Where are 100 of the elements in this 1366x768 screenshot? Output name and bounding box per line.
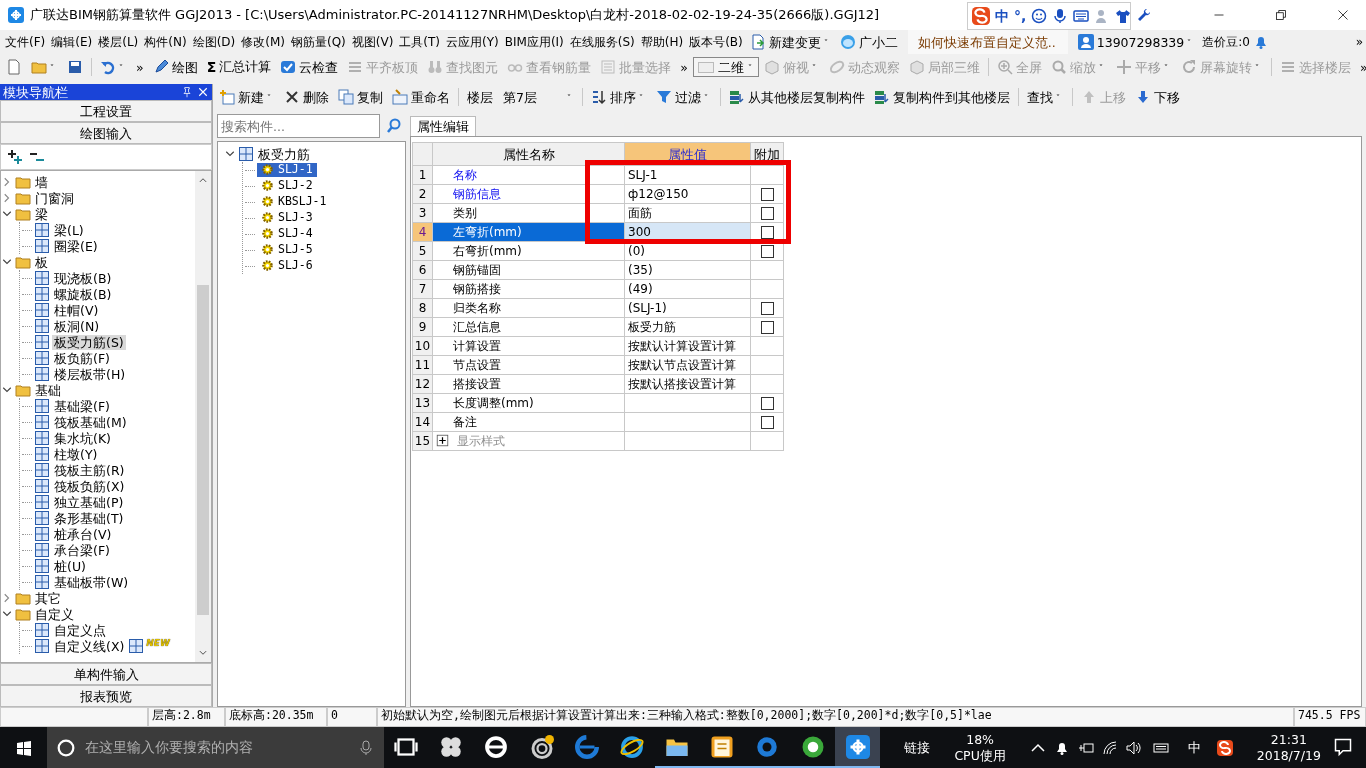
search-field[interactable]: 在这里输入你要搜索的内容	[83, 738, 350, 757]
tree-item[interactable]: 条形基础(T)	[52, 510, 126, 526]
tree-folder[interactable]: 基础	[33, 382, 63, 398]
checkbox[interactable]	[760, 320, 774, 334]
nav-section-button[interactable]: 绘图输入	[0, 122, 212, 144]
tree-item[interactable]: 圈梁(E)	[52, 238, 100, 254]
tree-item[interactable]: 桩承台(V)	[52, 526, 114, 542]
property-value[interactable]: 按默认搭接设置计算	[624, 374, 751, 394]
punctuation-mode[interactable]: °,	[1014, 7, 1027, 25]
tree-item[interactable]: SLJ-3	[257, 211, 317, 225]
checkbox[interactable]	[760, 244, 774, 258]
tree-item[interactable]: 柱帽(V)	[52, 302, 101, 318]
property-name[interactable]: 钢筋信息	[432, 184, 625, 204]
tree-item[interactable]: 桩(U)	[52, 558, 88, 574]
tree-item[interactable]: SLJ-6	[257, 259, 317, 273]
tree-item[interactable]: 板负筋(F)	[52, 350, 112, 366]
property-value[interactable]: (49)	[624, 279, 751, 299]
tree-folder[interactable]: 墙	[33, 174, 50, 190]
tree-item[interactable]: SLJ-1	[257, 163, 317, 177]
tree-folder[interactable]: 板受力筋	[256, 146, 312, 162]
menu-item[interactable]: 视图(V)	[348, 34, 397, 50]
menu-item[interactable]: BIM应用(I)	[501, 34, 567, 50]
assistant-button[interactable]: 广小二	[835, 32, 902, 52]
menu-item[interactable]: 钢筋量(Q)	[287, 34, 349, 50]
checkbox[interactable]	[760, 415, 774, 429]
scrollbar[interactable]	[195, 171, 211, 662]
tree-item[interactable]: 梁(L)	[52, 222, 86, 238]
search-field[interactable]: 搜索构件...	[217, 114, 380, 138]
property-name[interactable]: 右弯折(mm)	[432, 241, 625, 261]
checkbox[interactable]	[760, 225, 774, 239]
toolbar-button[interactable]: 下移	[1131, 87, 1184, 107]
property-name[interactable]: 归类名称	[432, 298, 625, 318]
tree-item[interactable]: 自定义线(X)	[52, 638, 127, 654]
menu-item[interactable]: 在线服务(S)	[566, 34, 638, 50]
toolbar-button[interactable]: 新建	[215, 87, 279, 107]
property-value[interactable]: (35)	[624, 260, 751, 280]
nav-section-button[interactable]: 报表预览	[0, 685, 212, 707]
menu-item[interactable]: 工具(T)	[396, 34, 444, 50]
search-bar[interactable]: 在这里输入你要搜索的内容	[47, 727, 384, 768]
tree-item[interactable]: 独立基础(P)	[52, 494, 126, 510]
menu-item[interactable]: 楼层(L)	[95, 34, 142, 50]
menu-item[interactable]: 云应用(Y)	[443, 34, 502, 50]
property-name[interactable]: 名称	[432, 165, 625, 185]
property-value[interactable]: 面筋	[624, 203, 751, 223]
account-button[interactable]: 13907298339	[1073, 32, 1200, 52]
checkbox[interactable]	[760, 187, 774, 201]
tree-item[interactable]: 基础板带(W)	[52, 574, 131, 590]
taskbar-app-button[interactable]	[835, 727, 881, 768]
ime-mode[interactable]: 中	[995, 7, 1009, 25]
tree-item[interactable]: 螺旋板(B)	[52, 286, 114, 302]
tree-item[interactable]: 筏板负筋(X)	[52, 478, 127, 494]
tree-folder[interactable]: 门窗洞	[33, 190, 76, 206]
tree-item[interactable]: 柱墩(Y)	[52, 446, 100, 462]
toolbar-button[interactable]: 重命名	[388, 87, 454, 107]
menu-item[interactable]: 编辑(E)	[48, 34, 96, 50]
toolbar-button[interactable]: Σ 汇总计算	[202, 56, 276, 78]
menu-item[interactable]: 帮助(H)	[637, 34, 687, 50]
expand-all-button[interactable]	[7, 149, 23, 165]
tab[interactable]: 属性编辑	[410, 116, 476, 136]
property-value[interactable]: (SLJ-1)	[624, 298, 751, 318]
help-question-link[interactable]: 如何快速布置自定义范..	[907, 30, 1068, 54]
tree-folder[interactable]: 自定义	[33, 606, 76, 622]
checkbox[interactable]	[760, 301, 774, 315]
toolbar-button[interactable]: 删除	[280, 87, 333, 107]
menu-item[interactable]: 版本号(B)	[686, 34, 746, 50]
ime-indicator[interactable]: 中	[1187, 739, 1201, 756]
toolbar-button[interactable]: 复制构件到其他楼层	[870, 87, 1014, 107]
property-value[interactable]: ф12@150	[624, 184, 751, 204]
tree-item[interactable]: 承台梁(F)	[52, 542, 112, 558]
tree-item[interactable]: KBSLJ-1	[257, 195, 331, 209]
tree-item[interactable]: 筏板基础(M)	[52, 414, 129, 430]
tree-folder[interactable]: 板	[33, 254, 50, 270]
toolbar-button[interactable]: 绘图	[148, 57, 202, 77]
tree-item[interactable]: 基础梁(F)	[52, 398, 112, 414]
tree-item[interactable]: 板洞(N)	[52, 318, 102, 334]
menu-item[interactable]: 绘图(D)	[189, 34, 239, 50]
toolbar-button[interactable]: 云检查	[276, 57, 343, 77]
property-value[interactable]: 按默认计算设置计算	[624, 336, 751, 356]
toolbar-button[interactable]: 过滤	[652, 87, 716, 107]
property-name[interactable]: 钢筋搭接	[432, 279, 625, 299]
tree-item[interactable]: 筏板主筋(R)	[52, 462, 127, 478]
menu-item[interactable]: 修改(M)	[238, 34, 288, 50]
property-name[interactable]: 节点设置	[432, 355, 625, 375]
property-value[interactable]: SLJ-1	[624, 165, 751, 185]
tree-item[interactable]: 集水坑(K)	[52, 430, 113, 446]
property-value[interactable]: 板受力筋	[624, 317, 751, 337]
property-name[interactable]: 计算设置	[432, 336, 625, 356]
tree-folder[interactable]: 梁	[33, 206, 50, 222]
property-value[interactable]: (0)	[624, 241, 751, 261]
clock-time[interactable]: 21:31	[1256, 731, 1321, 748]
overflow-button[interactable]: »	[1355, 57, 1366, 77]
toolbar-button[interactable]: 排序	[587, 87, 651, 107]
checkbox[interactable]	[760, 396, 774, 410]
nav-section-button[interactable]: 单构件输入	[0, 663, 212, 685]
property-value[interactable]: 按默认节点设置计算	[624, 355, 751, 375]
property-name[interactable]: 长度调整(mm)	[432, 393, 625, 413]
overflow-button[interactable]: »	[132, 57, 148, 77]
property-name[interactable]: 类别	[432, 203, 625, 223]
tree-item[interactable]: 板受力筋(S)	[52, 334, 126, 350]
property-name[interactable]: 备注	[432, 412, 625, 432]
